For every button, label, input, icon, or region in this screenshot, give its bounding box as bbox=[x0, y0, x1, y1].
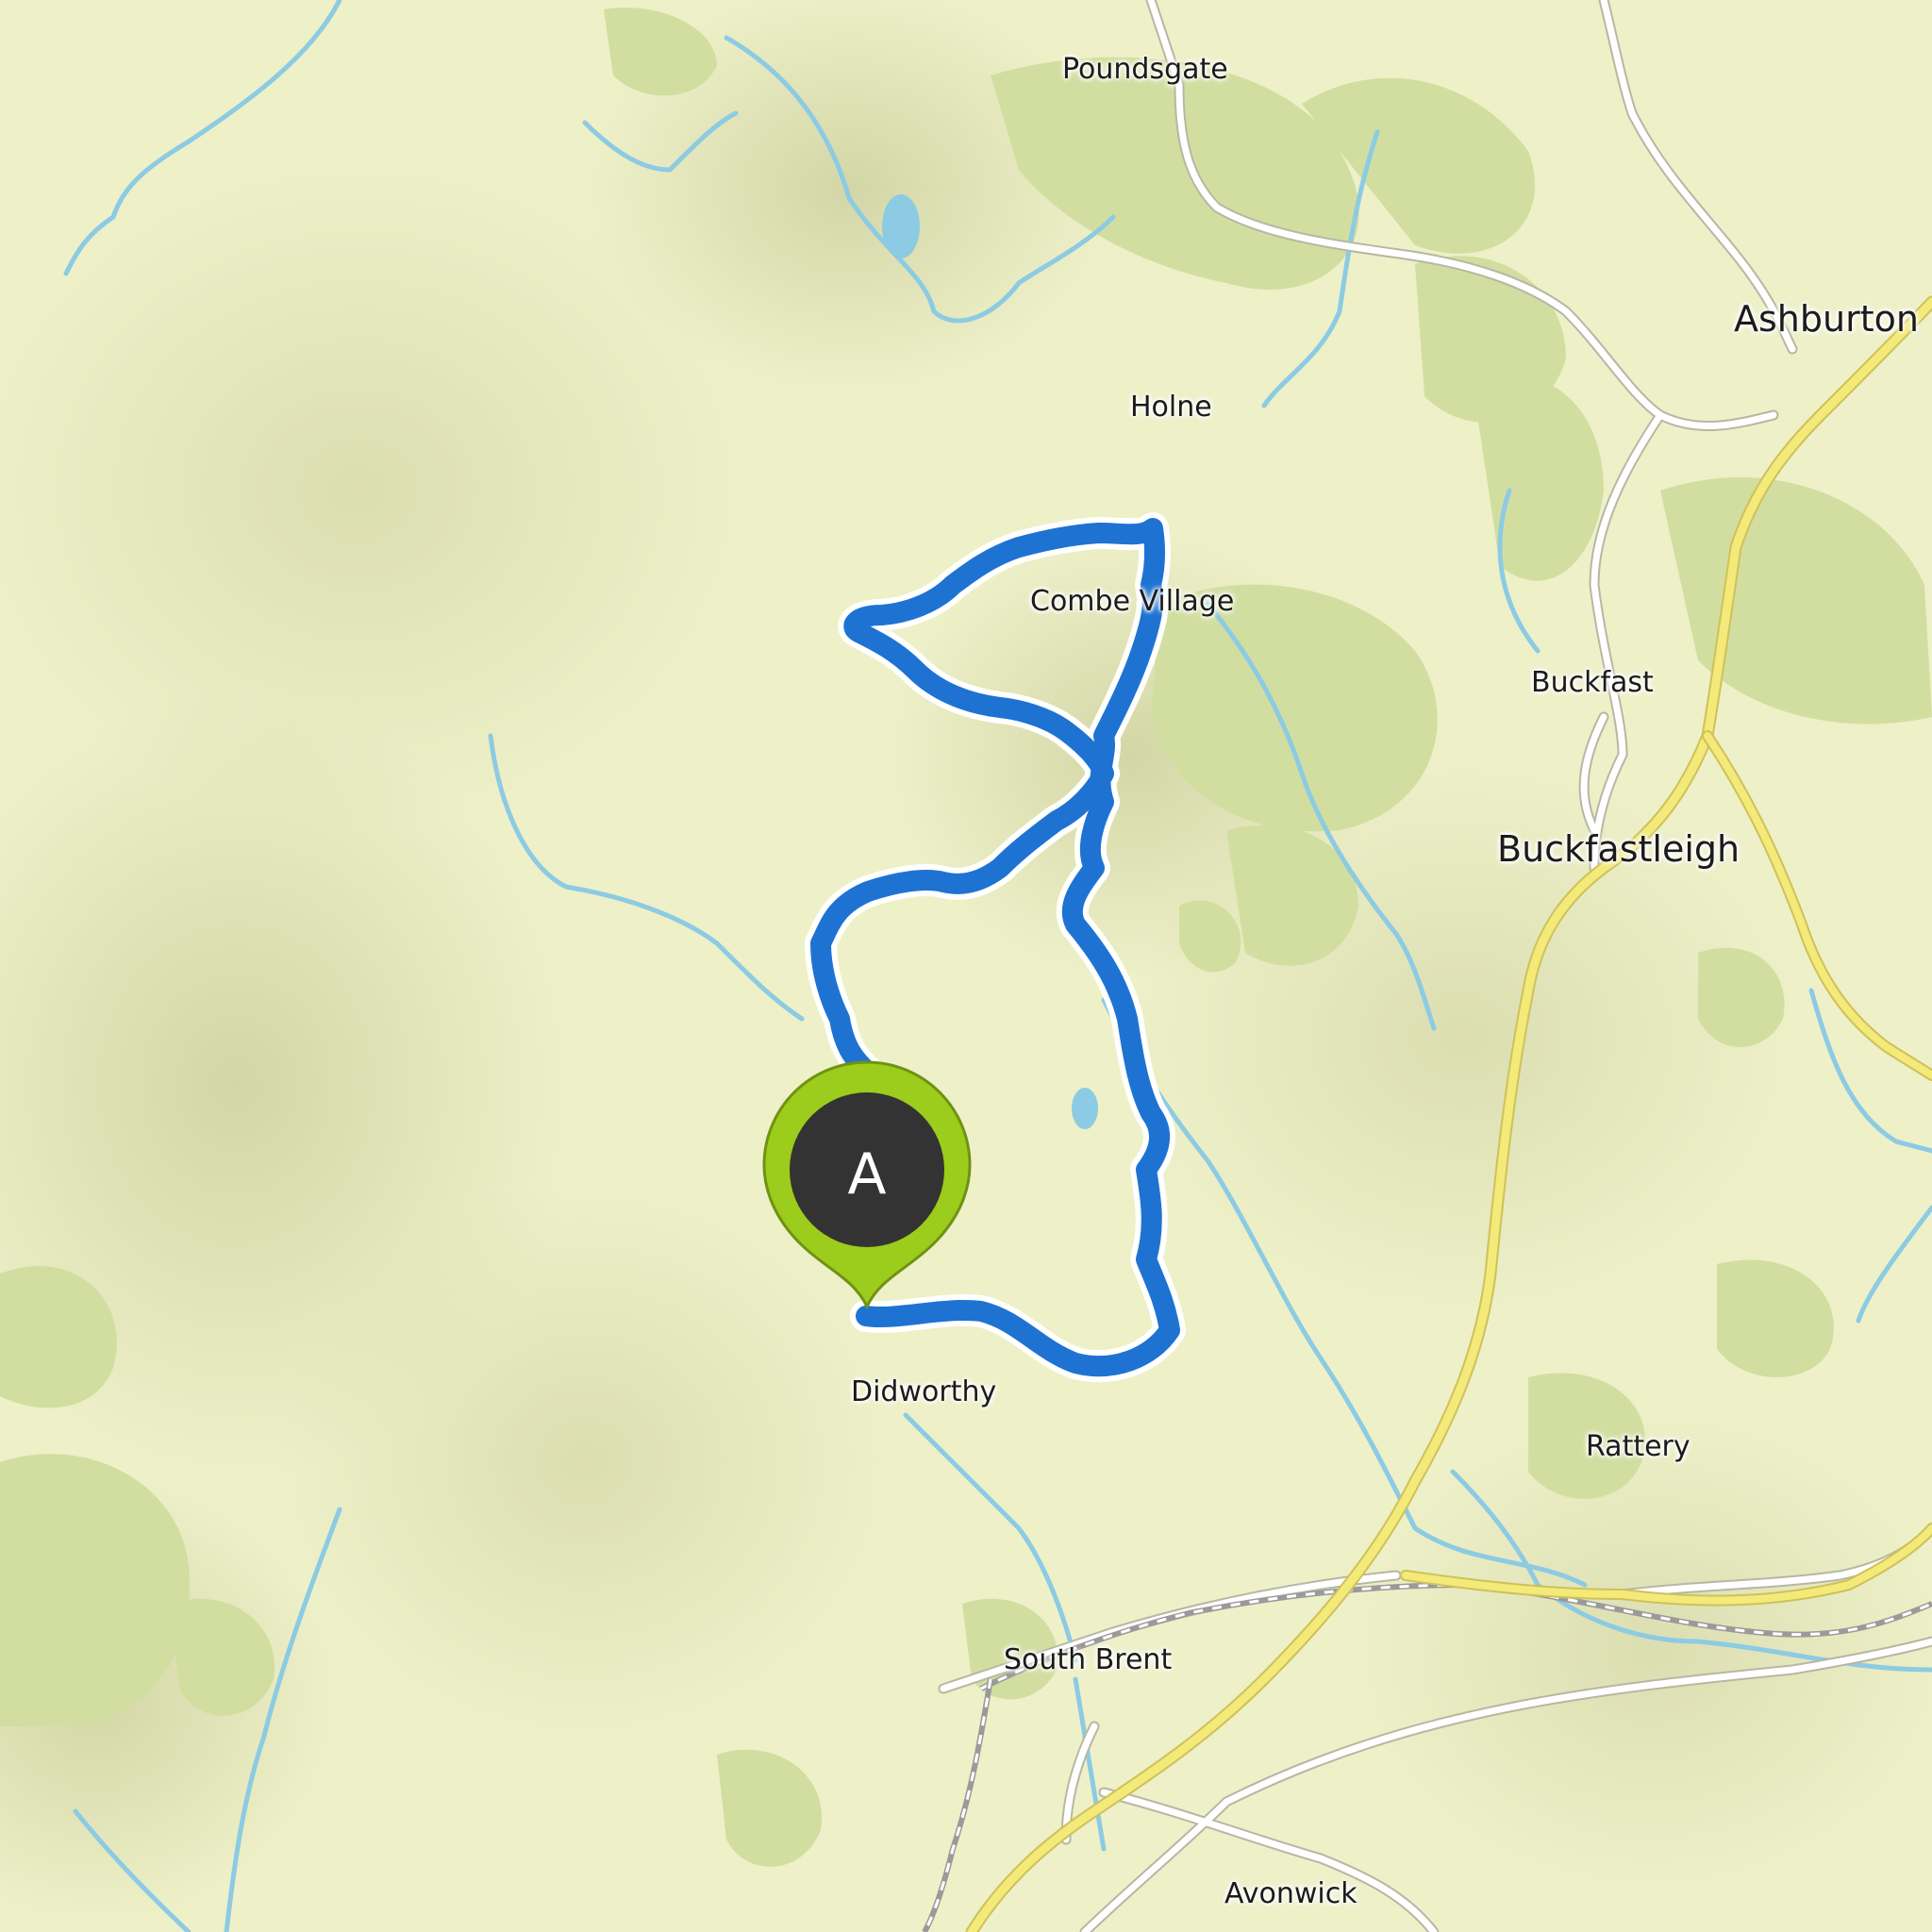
place-label-rattery: Rattery bbox=[1586, 1430, 1690, 1463]
place-label-didworthy: Didworthy bbox=[851, 1375, 997, 1408]
place-label-poundsgate: Poundsgate bbox=[1062, 53, 1228, 86]
place-label-ashburton: Ashburton bbox=[1734, 298, 1919, 340]
map-view[interactable]: A Poundsgate Ashburton Holne Combe Villa… bbox=[0, 0, 1932, 1932]
place-label-buckfast: Buckfast bbox=[1531, 666, 1654, 699]
place-label-holne: Holne bbox=[1130, 391, 1212, 424]
start-marker-label: A bbox=[847, 1141, 887, 1208]
place-label-south-brent: South Brent bbox=[1004, 1643, 1173, 1676]
place-label-avonwick: Avonwick bbox=[1224, 1877, 1357, 1910]
map-canvas bbox=[0, 0, 1932, 1932]
place-label-buckfastleigh: Buckfastleigh bbox=[1497, 828, 1740, 870]
place-label-combe-village: Combe Village bbox=[1030, 585, 1235, 618]
